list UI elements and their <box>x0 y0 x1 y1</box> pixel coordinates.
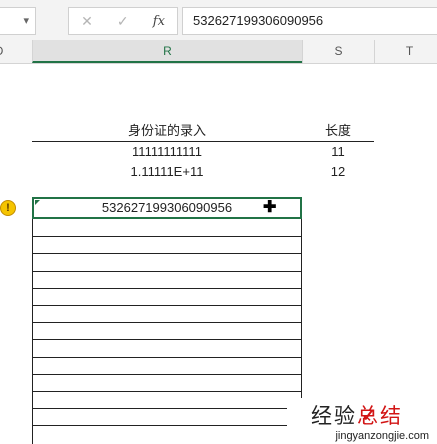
id-cell-2[interactable]: 1.11111E+11 <box>32 162 302 182</box>
column-header-r[interactable]: R <box>32 40 302 63</box>
error-indicator-icon <box>35 200 40 205</box>
header-id-cell[interactable]: 身份证的录入 <box>32 121 302 141</box>
watermark-url: jingyanzongjie.com <box>335 430 429 442</box>
grid-row-line <box>33 253 301 255</box>
name-box-dropdown[interactable]: ▾ <box>0 7 36 35</box>
length-cell-2[interactable]: 12 <box>302 162 374 182</box>
column-header-o[interactable]: O <box>0 40 3 63</box>
grid-row-line <box>33 305 301 306</box>
watermark-brand-part2: 总结 <box>357 404 403 428</box>
formula-bar: ▾ ✕ ✓ fx 532627199306090956 <box>0 0 437 40</box>
active-cell-value: 532627199306090956 <box>101 200 233 215</box>
grid-row-line <box>33 287 301 289</box>
enter-icon[interactable]: ✓ <box>117 13 129 30</box>
watermark: ✓ 经验总结 jingyanzongjie.com <box>287 398 437 444</box>
grid-row-line <box>33 356 301 358</box>
grid-row-line <box>33 373 301 375</box>
cancel-icon[interactable]: ✕ <box>81 13 93 30</box>
fill-cursor-icon: ✚ <box>263 199 277 216</box>
watermark-brand: 经验总结 <box>311 400 403 430</box>
grid-row-line <box>33 339 301 341</box>
grid-row-line <box>33 236 301 238</box>
column-header-s[interactable]: S <box>302 40 374 63</box>
formula-controls: ✕ ✓ fx <box>68 7 178 35</box>
column-headers: O R S T <box>0 40 437 64</box>
warning-icon[interactable]: ! <box>0 200 16 216</box>
chevron-down-icon[interactable]: ▾ <box>23 15 29 27</box>
grid-row-line <box>33 425 301 427</box>
watermark-brand-part1: 经验 <box>311 404 357 428</box>
formula-input[interactable]: 532627199306090956 <box>182 7 437 35</box>
insert-function-button[interactable]: fx <box>153 14 165 29</box>
column-header-t[interactable]: T <box>374 40 437 63</box>
worksheet-grid[interactable]: 身份证的录入 长度 11111111111 11 1.11111E+11 12 … <box>0 64 437 444</box>
grid-row-line <box>33 408 301 410</box>
id-cell-1[interactable]: 11111111111 <box>32 142 302 162</box>
grid-row-line <box>33 391 301 392</box>
grid-row-line <box>33 322 301 324</box>
length-cell-1[interactable]: 11 <box>302 142 374 162</box>
bordered-range[interactable] <box>32 219 302 444</box>
active-cell[interactable]: 532627199306090956 <box>32 197 302 219</box>
header-length-cell[interactable]: 长度 <box>302 121 374 141</box>
grid-row-line <box>33 270 301 272</box>
